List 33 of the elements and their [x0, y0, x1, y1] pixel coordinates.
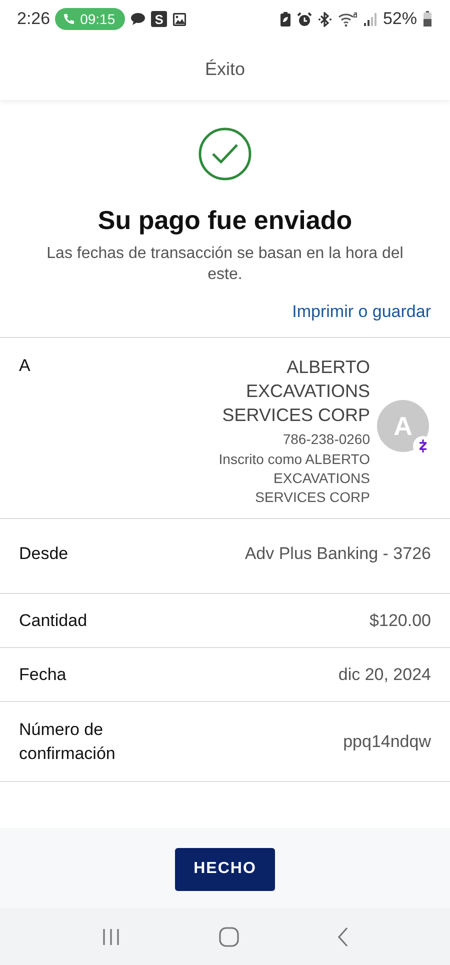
- detail-label: Número de confirmación: [19, 718, 116, 764]
- recipient-label: A: [19, 355, 30, 377]
- battery-icon: [423, 11, 432, 27]
- battery-saver-icon: [280, 12, 291, 26]
- recipient-name: ALBERTO EXCAVATIONS SERVICES CORP: [221, 356, 370, 427]
- app-notification-icon: S: [151, 11, 168, 27]
- detail-value: dic 20, 2024: [338, 664, 431, 684]
- done-button[interactable]: HECHO: [175, 848, 275, 890]
- phone-icon: [63, 13, 76, 25]
- screen-title: Éxito: [204, 58, 246, 80]
- image-icon: [172, 12, 188, 26]
- enrolled-name: Inscrito como ALBERTO EXCAVATIONS SERVICES CORP: [218, 450, 370, 507]
- detail-label: Fecha: [19, 664, 66, 686]
- signal-icon: [362, 12, 377, 26]
- detail-value: Adv Plus Banking - 3726: [244, 544, 431, 564]
- detail-label: Desde: [19, 543, 68, 565]
- battery-percentage: 52%: [382, 9, 417, 29]
- detail-label: Cantidad: [19, 610, 88, 632]
- chat-bubble-icon: [130, 12, 146, 26]
- clock-time: 2:26: [17, 9, 50, 29]
- print-save-link[interactable]: Imprimir o guardar: [292, 301, 431, 323]
- detail-value: ppq14ndqw: [343, 732, 431, 752]
- back-icon[interactable]: [337, 926, 349, 946]
- home-icon[interactable]: [219, 926, 239, 946]
- recent-apps-icon[interactable]: [101, 928, 121, 946]
- wifi-icon: [338, 12, 357, 26]
- detail-value: $120.00: [370, 610, 431, 630]
- alarm-icon: [296, 12, 312, 26]
- timezone-note: Las fechas de transacción se basan en la hora del este.: [46, 244, 404, 285]
- bluetooth-icon: [318, 12, 332, 26]
- success-check-icon: [198, 127, 252, 181]
- recipient-phone: 786-238-0260: [282, 430, 370, 449]
- success-heading: Su pago fue enviado: [98, 205, 352, 235]
